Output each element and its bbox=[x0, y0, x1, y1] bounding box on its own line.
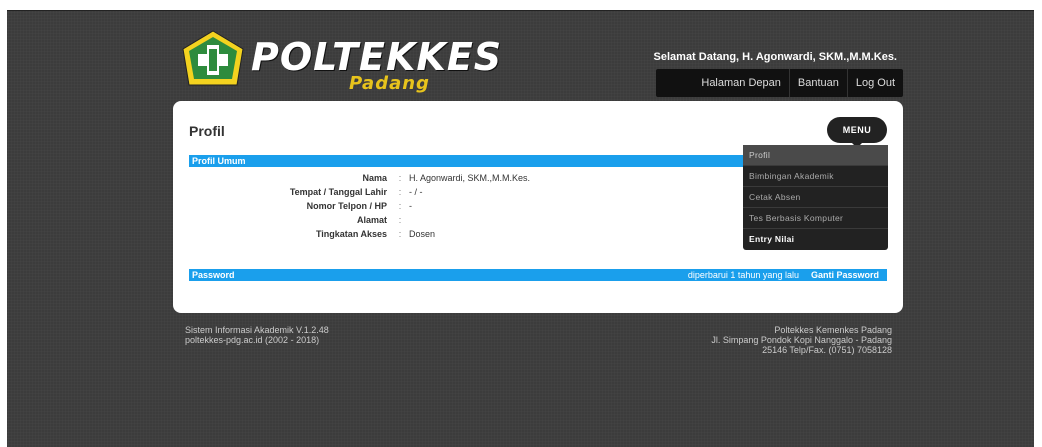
footer-contact: 25146 Telp/Fax. (0751) 7058128 bbox=[762, 345, 892, 355]
nav-help-link[interactable]: Bantuan bbox=[788, 69, 847, 97]
footer-institution: Poltekkes Kemenkes Padang bbox=[774, 325, 892, 335]
change-password-link[interactable]: Ganti Password bbox=[811, 269, 879, 281]
field-separator: : bbox=[398, 201, 402, 211]
field-row-phone: Nomor Telpon / HP : - bbox=[189, 199, 530, 213]
footer-left: Sistem Informasi Akademik V.1.2.48 polte… bbox=[185, 325, 329, 345]
menu-item-cetak-absen[interactable]: Cetak Absen bbox=[743, 187, 888, 208]
nav-home-link[interactable]: Halaman Depan bbox=[693, 69, 789, 97]
field-value: Dosen bbox=[409, 229, 436, 239]
password-label: Password bbox=[192, 270, 235, 280]
footer-right: Poltekkes Kemenkes Padang Jl. Simpang Po… bbox=[657, 325, 892, 355]
profile-fields: Nama : H. Agonwardi, SKM.,M.M.Kes. Tempa… bbox=[189, 171, 530, 241]
field-label: Alamat bbox=[356, 215, 387, 225]
footer-address: Jl. Simpang Pondok Kopi Nanggalo - Padan… bbox=[711, 335, 892, 345]
field-row-address: Alamat : bbox=[189, 213, 530, 227]
page-title: Profil bbox=[189, 123, 225, 139]
field-row-birth: Tempat / Tanggal Lahir : - / - bbox=[189, 185, 530, 199]
menu-button[interactable]: MENU bbox=[827, 117, 887, 148]
field-separator: : bbox=[398, 215, 402, 225]
logo[interactable]: POLTEKKES Padang bbox=[179, 29, 501, 95]
poltekkes-emblem-icon bbox=[182, 30, 244, 86]
top-navigation: Halaman Depan Bantuan Log Out bbox=[656, 69, 903, 97]
password-actions: diperbarui 1 tahun yang lalu Ganti Passw… bbox=[688, 269, 887, 281]
field-separator: : bbox=[398, 173, 402, 183]
logo-subtext: Padang bbox=[349, 73, 430, 94]
field-value: - / - bbox=[409, 187, 423, 197]
field-value: - bbox=[409, 201, 412, 211]
menu-item-entry-nilai[interactable]: Entry Nilai bbox=[743, 229, 888, 250]
menu-item-bimbingan-akademik[interactable]: Bimbingan Akademik bbox=[743, 166, 888, 187]
welcome-text: Selamat Datang, H. Agonwardi, SKM.,M.M.K… bbox=[653, 51, 897, 63]
menu-item-profil[interactable]: Profil bbox=[743, 145, 888, 166]
field-separator: : bbox=[398, 187, 402, 197]
password-updated-text: diperbarui 1 tahun yang lalu bbox=[687, 270, 799, 280]
field-row-name: Nama : H. Agonwardi, SKM.,M.M.Kes. bbox=[189, 171, 530, 185]
footer-copyright: poltekkes-pdg.ac.id (2002 - 2018) bbox=[185, 335, 320, 345]
field-separator: : bbox=[398, 229, 402, 239]
field-value bbox=[407, 213, 409, 227]
nav-logout-link[interactable]: Log Out bbox=[846, 69, 903, 97]
page-background: POLTEKKES Padang Selamat Datang, H. Agon… bbox=[7, 10, 1034, 447]
field-label: Nama bbox=[362, 173, 387, 183]
section-header-password: Password diperbarui 1 tahun yang lalu Ga… bbox=[189, 269, 887, 281]
field-label: Tingkatan Akses bbox=[315, 229, 387, 239]
menu-item-tes-berbasis-komputer[interactable]: Tes Berbasis Komputer bbox=[743, 208, 888, 229]
field-value: H. Agonwardi, SKM.,M.M.Kes. bbox=[409, 173, 531, 183]
field-label: Nomor Telpon / HP bbox=[306, 201, 387, 211]
field-label: Tempat / Tanggal Lahir bbox=[289, 187, 387, 197]
field-row-access: Tingkatan Akses : Dosen bbox=[189, 227, 530, 241]
footer-version: Sistem Informasi Akademik V.1.2.48 bbox=[185, 325, 329, 335]
menu-dropdown: Profil Bimbingan Akademik Cetak Absen Te… bbox=[743, 145, 888, 250]
